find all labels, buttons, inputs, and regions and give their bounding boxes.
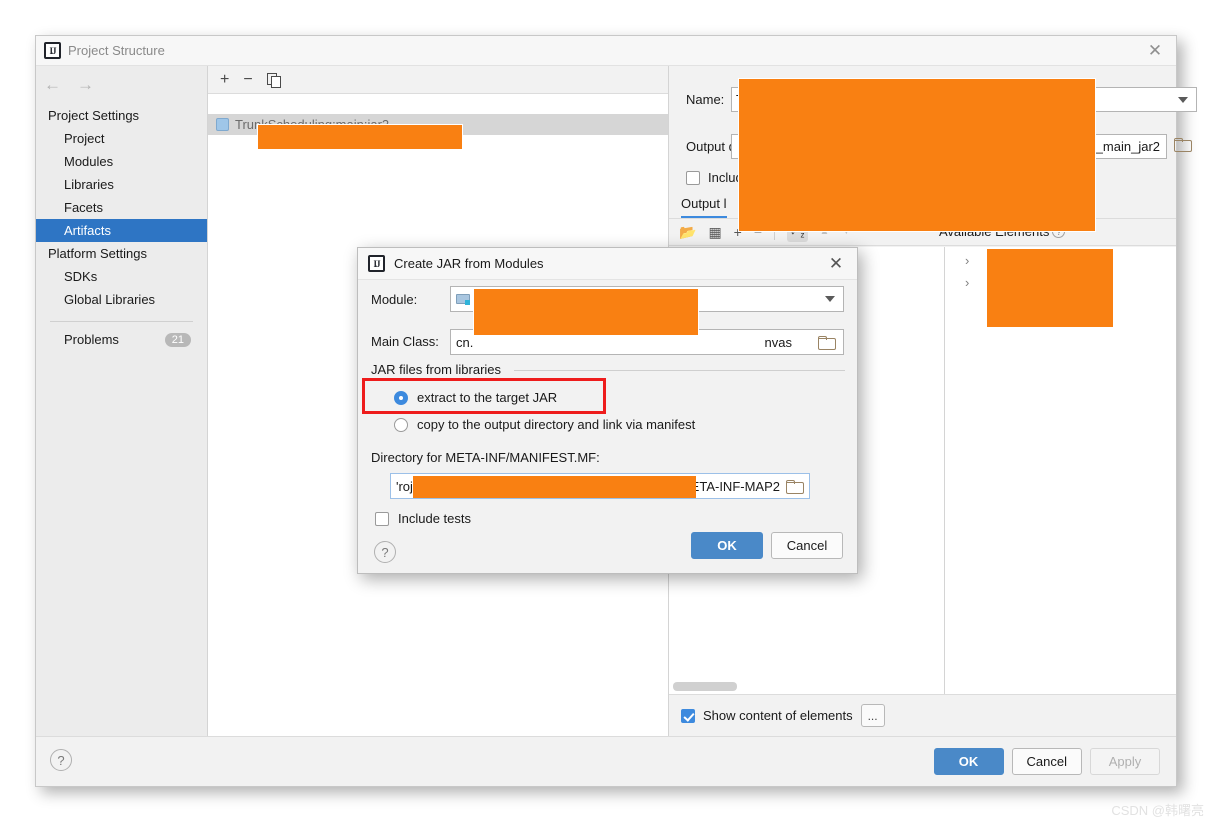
checkbox-box [686, 170, 700, 185]
show-content-label: Show content of elements [703, 708, 853, 723]
problems-label: Problems [64, 332, 119, 347]
sidebar-item-problems[interactable]: Problems 21 [36, 328, 207, 351]
chevron-down-icon[interactable] [825, 296, 835, 302]
main-class-value-left: cn. [456, 334, 474, 350]
dialog-help-icon[interactable]: ? [374, 541, 396, 563]
jar-files-group-label: JAR files from libraries [371, 362, 508, 377]
screenshot-root: IJ Project Structure ✕ ← → Project Setti… [0, 0, 1214, 822]
help-icon[interactable]: ? [50, 749, 72, 771]
redaction-overlay-artifact-fields [738, 78, 1096, 232]
chevron-down-icon[interactable] [1178, 97, 1188, 103]
problems-count-badge: 21 [164, 332, 191, 347]
show-content-options-button[interactable]: ... [860, 704, 885, 727]
sidebar-item-project[interactable]: Project [36, 127, 207, 150]
archive-icon[interactable]: ▦ [708, 225, 721, 239]
watermark: CSDN @韩曙亮 [1111, 803, 1204, 818]
apply-button[interactable]: Apply [1090, 748, 1160, 775]
ok-button[interactable]: OK [933, 748, 1004, 775]
output-dir-value: g_main_jar2 [1088, 139, 1160, 154]
redaction-overlay-artifact-name [257, 124, 463, 150]
dialog-ok-button[interactable]: OK [691, 532, 763, 559]
detail-tab-bar: Output l [681, 196, 727, 218]
artifacts-toolbar: + − [208, 66, 668, 94]
create-jar-dialog: IJ Create JAR from Modules ✕ Module: Mai… [357, 247, 858, 574]
window-footer-buttons: OK Cancel Apply [933, 748, 1160, 775]
main-class-value-right: nvas [764, 334, 792, 350]
chevron-right-icon[interactable]: › [965, 253, 969, 268]
back-arrow-icon[interactable]: ← [44, 76, 61, 93]
horizontal-scrollbar[interactable] [673, 682, 737, 691]
redaction-overlay-available-elements [987, 249, 1113, 327]
close-icon[interactable]: ✕ [1144, 40, 1166, 62]
red-highlight-box [362, 378, 606, 414]
include-tests-checkbox[interactable]: Include tests [375, 511, 471, 526]
sidebar-nav-list: Project Settings Project Modules Librari… [36, 104, 207, 351]
window-titlebar: IJ Project Structure ✕ [36, 36, 1176, 66]
sidebar-item-facets[interactable]: Facets [36, 196, 207, 219]
manifest-dir-label: Directory for META-INF/MANIFEST.MF: [371, 450, 600, 465]
browse-class-icon[interactable] [818, 336, 836, 350]
sidebar-group-project-settings: Project Settings [48, 108, 140, 123]
cancel-button[interactable]: Cancel [1011, 748, 1082, 775]
available-elements-tree[interactable]: › › [945, 247, 1176, 694]
sidebar-divider [50, 321, 193, 322]
name-label: Name: [686, 92, 725, 107]
chevron-right-icon[interactable]: › [965, 275, 969, 290]
copy-artifact-icon[interactable] [266, 72, 281, 88]
add-artifact-button[interactable]: + [220, 71, 229, 88]
manifest-dir-right: ETA-INF-MAP2 [690, 478, 780, 494]
show-content-bar: Show content of elements ... [669, 694, 1176, 736]
forward-arrow-icon[interactable]: → [77, 76, 94, 93]
browse-manifest-icon[interactable] [786, 480, 804, 494]
browse-folder-icon[interactable] [1174, 138, 1192, 152]
module-icon [456, 293, 473, 306]
artifact-row-blank[interactable] [208, 94, 668, 114]
sidebar-item-global-libraries[interactable]: Global Libraries [36, 288, 207, 311]
sidebar-item-modules[interactable]: Modules [36, 150, 207, 173]
redaction-overlay-manifest-dir [413, 476, 696, 498]
main-class-label: Main Class: [371, 334, 439, 349]
intellij-logo-icon: IJ [368, 255, 385, 272]
sidebar-item-artifacts[interactable]: Artifacts [36, 219, 207, 242]
sidebar-group-platform-settings: Platform Settings [48, 246, 147, 261]
window-footer: ? OK Cancel Apply [36, 736, 1176, 786]
dialog-footer-buttons: OK Cancel [691, 532, 843, 559]
sidebar-nav-arrows: ← → [44, 76, 94, 93]
sidebar-item-libraries[interactable]: Libraries [36, 173, 207, 196]
sidebar-item-sdks[interactable]: SDKs [36, 265, 207, 288]
include-in-project-build-checkbox[interactable]: Includ [686, 170, 743, 185]
include-tests-label: Include tests [398, 511, 471, 526]
settings-sidebar: ← → Project Settings Project Modules Lib… [36, 66, 208, 736]
dialog-cancel-button[interactable]: Cancel [771, 532, 843, 559]
radio-button [394, 417, 408, 432]
redaction-overlay-module-value [473, 288, 699, 336]
window-title: Project Structure [68, 43, 165, 58]
group-divider [514, 370, 845, 371]
remove-artifact-button[interactable]: − [243, 71, 252, 88]
checkbox-box [375, 511, 389, 526]
radio-copy-label: copy to the output directory and link vi… [417, 417, 696, 432]
close-icon[interactable]: ✕ [825, 253, 847, 275]
dialog-title: Create JAR from Modules [394, 256, 544, 271]
show-content-checkbox[interactable] [681, 708, 695, 723]
dialog-titlebar: IJ Create JAR from Modules ✕ [358, 248, 857, 280]
radio-copy-to-output-directory[interactable]: copy to the output directory and link vi… [394, 417, 695, 432]
module-label: Module: [371, 292, 418, 307]
add-folder-icon[interactable]: 📂 [679, 225, 696, 239]
intellij-logo-icon: IJ [44, 42, 61, 59]
tab-output-layout[interactable]: Output l [681, 196, 727, 218]
artifact-icon [216, 118, 229, 131]
